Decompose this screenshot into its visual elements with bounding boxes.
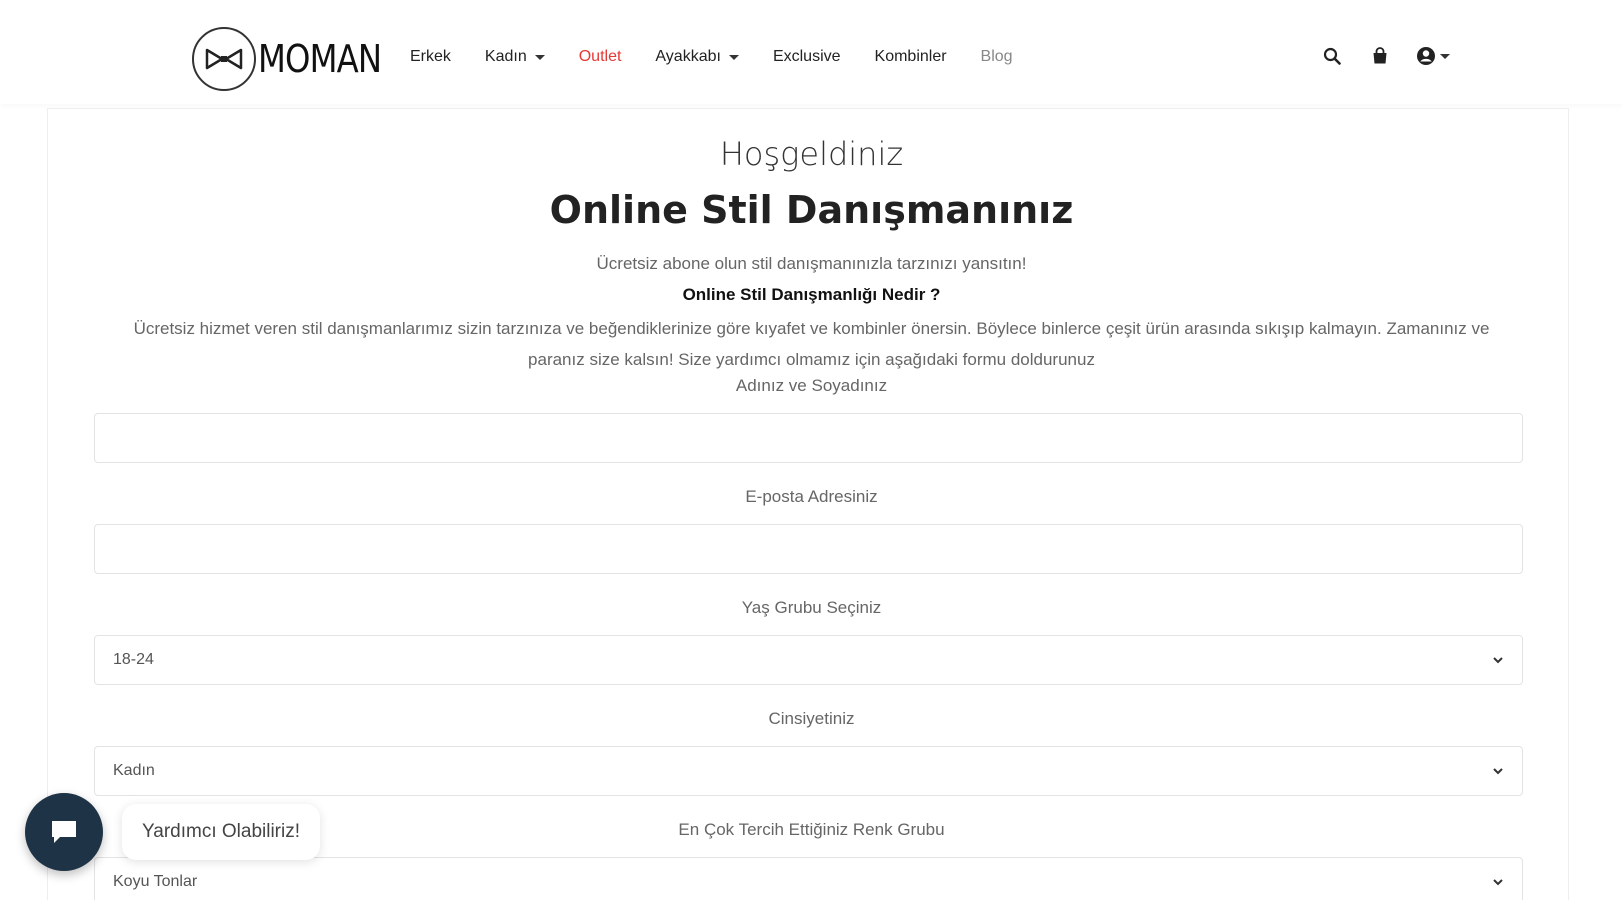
email-field[interactable] [94,524,1523,574]
gender-select[interactable]: Kadın [94,746,1523,796]
nav-item-outlet[interactable]: Outlet [579,48,622,66]
nav-label: Exclusive [772,48,841,65]
brand-name: MOMAN [258,37,382,81]
chat-button[interactable] [25,793,103,871]
nav-label: Erkek [410,48,451,65]
gender-select-value: Kadın [113,762,155,779]
header-actions [1320,44,1450,68]
chevron-down-icon [1493,657,1503,664]
email-label: E-posta Adresiniz [745,487,878,506]
chevron-down-icon [1493,879,1503,886]
caret-down-icon [728,54,739,60]
age-select[interactable]: 18-24 [94,635,1523,685]
bag-icon[interactable] [1368,44,1392,68]
welcome-heading: Hoşgeldiniz [719,135,904,173]
nav-item-blog[interactable]: Blog [981,48,1013,66]
color-select[interactable]: Koyu Tonlar [94,857,1523,900]
nav-item-erkek[interactable]: Erkek [410,48,451,66]
nav-item-ayakkabi[interactable]: Ayakkabı [655,48,739,66]
bowtie-icon [192,27,256,91]
nav-label: Ayakkabı [655,48,721,65]
search-icon[interactable] [1320,44,1344,68]
name-label: Adınız ve Soyadınız [735,376,888,395]
nav-item-kadin[interactable]: Kadın [485,48,545,66]
user-icon [1417,47,1435,65]
chevron-down-icon [1493,768,1503,775]
chat-icon [52,821,76,843]
nav-label: Kombinler [874,48,947,65]
nav-item-kombinler[interactable]: Kombinler [875,48,947,66]
faq-question: Online Stil Danışmanlığı Nedir ? [682,285,941,304]
age-label: Yaş Grubu Seçiniz [741,598,882,617]
main-nav: Erkek Kadın Outlet Ayakkabı Exclusive Ko… [410,38,1047,76]
age-select-value: 18-24 [113,651,154,668]
page-title: Online Stil Danışmanınız [549,188,1074,232]
nav-item-exclusive[interactable]: Exclusive [773,48,841,66]
description: Ücretsiz hizmet veren stil danışmanlarım… [133,319,1490,369]
gender-label: Cinsiyetiniz [768,709,855,728]
chat-message-text: Yardımcı Olabiliriz! [142,821,301,842]
brand-logo[interactable]: MOMAN [192,26,403,92]
caret-down-icon [1440,53,1450,59]
nav-label: Blog [980,48,1013,65]
name-field[interactable] [94,413,1523,463]
subtitle: Ücretsiz abone olun stil danışmanınızla … [596,254,1027,273]
color-select-value: Koyu Tonlar [113,873,198,890]
caret-down-icon [534,54,545,60]
nav-label: Outlet [578,48,622,65]
site-header: MOMAN Erkek Kadın Outlet Ayakkabı Exclus… [0,0,1623,104]
user-menu[interactable] [1416,46,1450,66]
nav-label: Kadın [484,48,527,65]
chat-message[interactable]: Yardımcı Olabiliriz! [122,804,321,860]
